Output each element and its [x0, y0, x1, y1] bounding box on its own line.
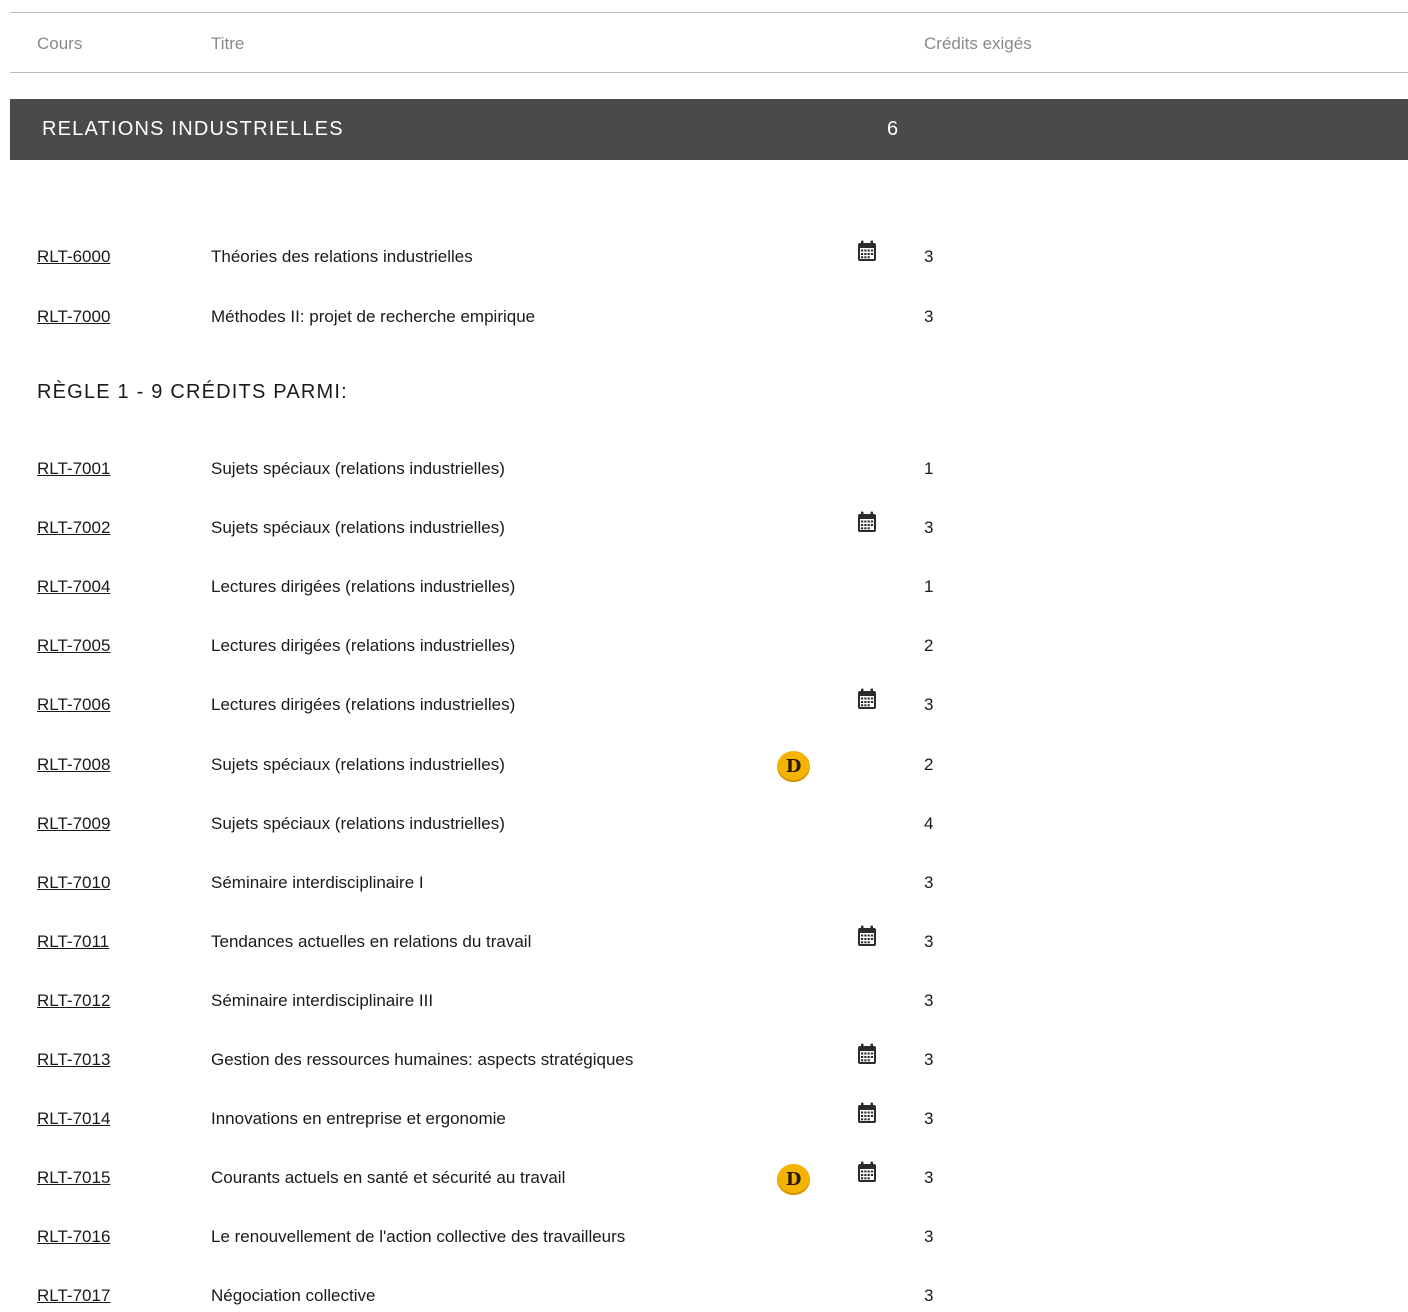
course-row: RLT-7004 Lectures dirigées (relations in… — [0, 573, 1408, 603]
section-credits: 6 — [887, 118, 899, 140]
course-credits: 3 — [924, 518, 934, 537]
calendar-icon[interactable] — [855, 1160, 879, 1184]
course-code-link[interactable]: RLT-6000 — [37, 247, 110, 267]
course-credits: 1 — [924, 577, 934, 596]
course-code-link[interactable]: RLT-7009 — [37, 814, 110, 834]
table-header: Cours Titre Crédits exigés — [10, 12, 1408, 73]
course-credits: 3 — [924, 1227, 934, 1246]
rule-heading: RÈGLE 1 - 9 CRÉDITS PARMI: — [37, 381, 348, 403]
course-credits: 3 — [924, 247, 934, 266]
course-credits: 2 — [924, 755, 934, 774]
course-row: RLT-7015 Courants actuels en santé et sé… — [0, 1161, 1408, 1195]
column-header-cours: Cours — [37, 34, 83, 53]
course-row: RLT-7013 Gestion des ressources humaines… — [0, 1043, 1408, 1076]
course-title: Gestion des ressources humaines: aspects… — [211, 1050, 634, 1069]
course-code-link[interactable]: RLT-7000 — [37, 307, 110, 327]
course-row: RLT-6000 Théories des relations industri… — [0, 240, 1408, 273]
course-title: Théories des relations industrielles — [211, 247, 473, 266]
course-row: RLT-7017 Négociation collective D 3 — [0, 1282, 1408, 1312]
course-row: RLT-7016 Le renouvellement de l'action c… — [0, 1223, 1408, 1253]
course-title: Séminaire interdisciplinaire III — [211, 991, 434, 1010]
calendar-icon[interactable] — [855, 239, 879, 263]
course-code-link[interactable]: RLT-7011 — [37, 932, 109, 952]
course-code-link[interactable]: RLT-7015 — [37, 1168, 110, 1188]
course-credits: 2 — [924, 636, 934, 655]
course-code-link[interactable]: RLT-7017 — [37, 1286, 110, 1306]
course-row: RLT-7001 Sujets spéciaux (relations indu… — [0, 455, 1408, 485]
calendar-icon[interactable] — [855, 687, 879, 711]
course-title: Courants actuels en santé et sécurité au… — [211, 1168, 566, 1187]
course-row: RLT-7002 Sujets spéciaux (relations indu… — [0, 511, 1408, 544]
course-code-link[interactable]: RLT-7013 — [37, 1050, 110, 1070]
column-header-titre: Titre — [211, 34, 245, 53]
course-row: RLT-7012 Séminaire interdisciplinaire II… — [0, 987, 1408, 1017]
course-title: Méthodes II: projet de recherche empiriq… — [211, 307, 536, 326]
course-title: Lectures dirigées (relations industriell… — [211, 636, 516, 655]
course-row: RLT-7014 Innovations en entreprise et er… — [0, 1102, 1408, 1135]
course-title: Sujets spéciaux (relations industrielles… — [211, 755, 505, 774]
course-row: RLT-7010 Séminaire interdisciplinaire I … — [0, 869, 1408, 899]
course-row: RLT-7006 Lectures dirigées (relations in… — [0, 688, 1408, 721]
course-title: Lectures dirigées (relations industriell… — [211, 577, 516, 596]
course-credits: 3 — [924, 932, 934, 951]
course-credits: 3 — [924, 873, 934, 892]
course-credits: 3 — [924, 1109, 934, 1128]
course-code-link[interactable]: RLT-7002 — [37, 518, 110, 538]
course-code-link[interactable]: RLT-7001 — [37, 459, 110, 479]
d-badge-icon: D — [777, 1164, 810, 1195]
course-title: Le renouvellement de l'action collective… — [211, 1227, 626, 1246]
course-code-link[interactable]: RLT-7016 — [37, 1227, 110, 1247]
course-row: RLT-7009 Sujets spéciaux (relations indu… — [0, 810, 1408, 840]
course-code-link[interactable]: RLT-7012 — [37, 991, 110, 1011]
course-row: RLT-7008 Sujets spéciaux (relations indu… — [0, 751, 1408, 782]
course-title: Lectures dirigées (relations industriell… — [211, 695, 516, 714]
course-row: RLT-7005 Lectures dirigées (relations in… — [0, 632, 1408, 662]
course-title: Sujets spéciaux (relations industrielles… — [211, 459, 505, 478]
course-credits: 3 — [924, 991, 934, 1010]
course-credits: 3 — [924, 307, 934, 326]
course-title: Négociation collective — [211, 1286, 376, 1305]
calendar-icon[interactable] — [855, 924, 879, 948]
course-credits: 3 — [924, 1168, 934, 1187]
course-code-link[interactable]: RLT-7014 — [37, 1109, 110, 1129]
course-title: Séminaire interdisciplinaire I — [211, 873, 424, 892]
course-code-link[interactable]: RLT-7005 — [37, 636, 110, 656]
column-header-credits: Crédits exigés — [924, 34, 1032, 53]
course-title: Innovations en entreprise et ergonomie — [211, 1109, 506, 1128]
course-title: Tendances actuelles en relations du trav… — [211, 932, 532, 951]
course-row: RLT-7000 Méthodes II: projet de recherch… — [0, 303, 1408, 333]
course-code-link[interactable]: RLT-7004 — [37, 577, 110, 597]
course-credits: 3 — [924, 695, 934, 714]
course-code-link[interactable]: RLT-7008 — [37, 755, 110, 775]
course-credits: 1 — [924, 459, 934, 478]
course-title: Sujets spéciaux (relations industrielles… — [211, 814, 505, 833]
section-title: RELATIONS INDUSTRIELLES — [42, 118, 344, 140]
course-title: Sujets spéciaux (relations industrielles… — [211, 518, 505, 537]
course-credits: 4 — [924, 814, 934, 833]
course-code-link[interactable]: RLT-7010 — [37, 873, 110, 893]
course-code-link[interactable]: RLT-7006 — [37, 695, 110, 715]
course-credits: 3 — [924, 1050, 934, 1069]
calendar-icon[interactable] — [855, 1101, 879, 1125]
d-badge-icon: D — [777, 751, 810, 782]
calendar-icon[interactable] — [855, 510, 879, 534]
course-credits: 3 — [924, 1286, 934, 1305]
calendar-icon[interactable] — [855, 1042, 879, 1066]
course-row: RLT-7011 Tendances actuelles en relation… — [0, 925, 1408, 958]
section-header-bar: RELATIONS INDUSTRIELLES 6 — [10, 99, 1408, 160]
